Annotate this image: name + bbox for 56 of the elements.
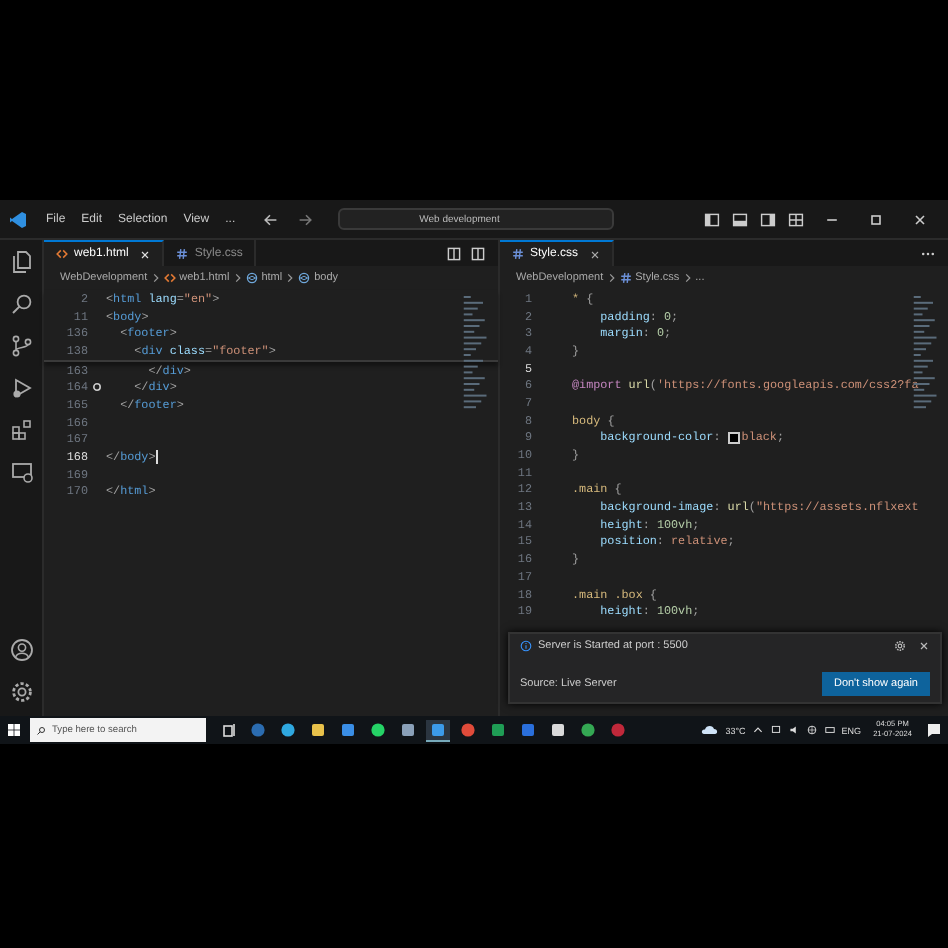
keyboard-icon[interactable] [823,724,836,736]
app-icon[interactable] [546,720,570,740]
element-icon [245,271,258,283]
app-icon[interactable] [276,720,300,740]
forward-arrow-icon[interactable] [297,211,314,227]
info-icon [520,640,532,652]
run-debug-icon[interactable] [9,376,33,400]
chevron-icon [607,271,616,283]
volume-icon[interactable] [787,724,800,736]
chevron-icon [151,271,160,283]
minimap-drawing [462,292,490,412]
files-icon[interactable] [9,250,33,274]
layout-icon[interactable] [788,211,804,227]
app-icon[interactable] [396,720,420,740]
search-icon [36,725,46,735]
globe-icon[interactable] [805,724,818,736]
source-control-icon[interactable] [9,334,33,358]
close-icon[interactable] [912,211,928,227]
chevron-icon [286,271,295,283]
hash-icon [512,248,524,260]
chevron-up-icon[interactable] [751,724,764,736]
close-icon[interactable] [918,640,930,652]
app-icon[interactable] [336,720,360,740]
maximize-icon[interactable] [868,211,884,227]
element-icon [298,271,311,283]
chevron-icon [683,271,692,283]
settings-icon[interactable] [9,680,33,704]
task-view-icon[interactable] [220,720,240,740]
html-file-icon [56,248,68,260]
app-icon[interactable] [426,719,450,741]
vscode-logo-icon[interactable] [8,209,28,229]
close-tab-icon[interactable] [590,249,601,259]
app-icon[interactable] [366,720,390,740]
hash-icon [619,271,632,283]
chevron-icon [233,271,242,283]
search-icon[interactable] [9,292,33,316]
layout-icon[interactable] [732,211,748,227]
network-icon[interactable] [769,724,782,736]
app-icon[interactable] [306,720,330,740]
hash-icon [176,247,189,259]
html-file-icon [163,271,176,283]
app-icon[interactable] [576,720,600,740]
settings-icon[interactable] [894,640,906,652]
extensions-icon[interactable] [9,418,33,442]
layout-icon[interactable] [760,211,776,227]
notifications-icon[interactable] [924,720,944,740]
split-editor-icon[interactable] [470,245,486,261]
app-icon[interactable] [486,720,510,740]
remote-explorer-icon[interactable] [9,460,33,484]
split-editor-icon[interactable] [446,245,462,261]
account-icon[interactable] [9,638,33,662]
start-icon[interactable] [4,720,24,740]
cloud-icon [699,720,720,740]
layout-icon[interactable] [704,211,720,227]
gutter-dot-icon[interactable] [92,382,102,393]
back-arrow-icon[interactable] [261,211,278,227]
